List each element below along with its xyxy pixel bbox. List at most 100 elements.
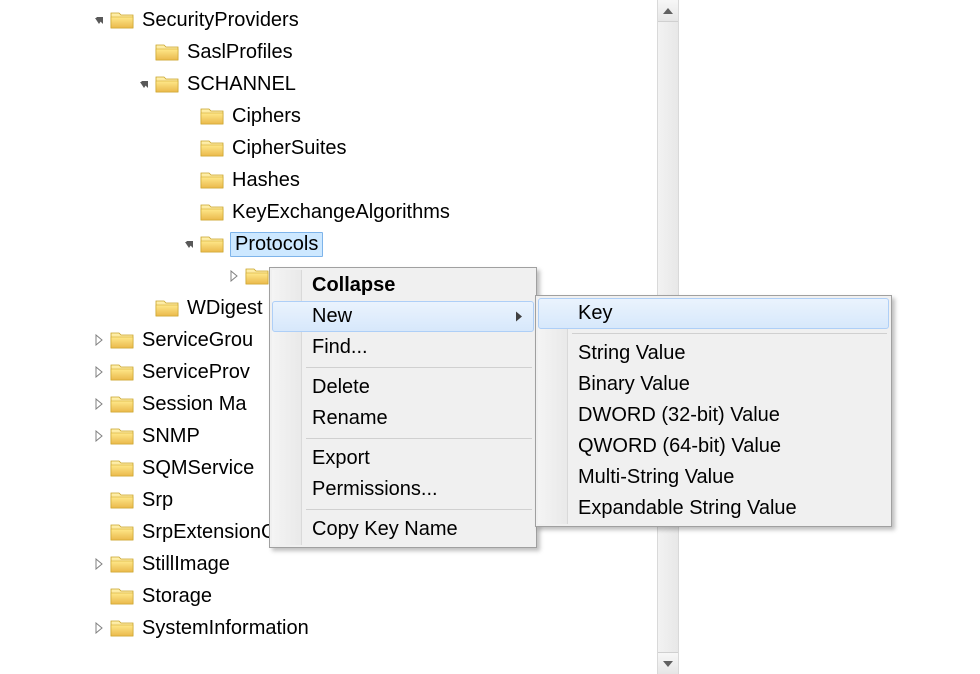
menu-item-label: Key (578, 302, 612, 324)
tree-item[interactable]: StillImage (0, 548, 657, 580)
expander-spacer (180, 139, 198, 157)
tree-item-label: CipherSuites (230, 136, 349, 161)
tree-item[interactable]: KeyExchangeAlgorithms (0, 196, 657, 228)
tree-item[interactable]: SaslProfiles (0, 36, 657, 68)
folder-icon (155, 42, 179, 62)
new-submenu[interactable]: Key String Value Binary Value DWORD (32-bit… (535, 295, 892, 527)
menu-item-label: DWORD (32-bit) Value (578, 404, 780, 426)
tree-item-label: SaslProfiles (185, 40, 295, 65)
folder-icon (155, 298, 179, 318)
folder-icon (155, 74, 179, 94)
tree-item[interactable]: Ciphers (0, 100, 657, 132)
expander-spacer (90, 491, 108, 509)
expander-spacer (180, 171, 198, 189)
menu-item-label: New (312, 305, 352, 327)
tree-item-label: SQMService (140, 456, 256, 481)
tree-item-label: Protocols (230, 232, 323, 257)
menu-item[interactable]: Find... (272, 332, 534, 363)
menu-separator (572, 333, 887, 334)
tree-item-label: WDigest (185, 296, 265, 321)
tree-item[interactable]: SCHANNEL (0, 68, 657, 100)
tree-item-label: SystemInformation (140, 616, 311, 641)
scroll-up-button[interactable] (658, 0, 678, 22)
expand-toggle[interactable] (90, 363, 108, 381)
collapse-toggle[interactable] (135, 75, 153, 93)
folder-icon (110, 458, 134, 478)
menu-item-label: Binary Value (578, 373, 690, 395)
expander-spacer (180, 107, 198, 125)
folder-icon (200, 106, 224, 126)
tree-item-label: KeyExchangeAlgorithms (230, 200, 452, 225)
tree-item-label: SecurityProviders (140, 8, 301, 33)
folder-icon (110, 426, 134, 446)
menu-item-label: QWORD (64-bit) Value (578, 435, 781, 457)
tree-item-label: Ciphers (230, 104, 303, 129)
expand-toggle[interactable] (90, 331, 108, 349)
menu-item[interactable]: Permissions... (272, 474, 534, 505)
menu-item[interactable]: New (272, 301, 534, 332)
collapse-toggle[interactable] (180, 235, 198, 253)
menu-item[interactable]: QWORD (64-bit) Value (538, 431, 889, 462)
expander-spacer (135, 299, 153, 317)
menu-item-label: Rename (312, 407, 388, 429)
chevron-closed-icon (93, 398, 105, 410)
folder-icon (110, 330, 134, 350)
chevron-closed-icon (93, 622, 105, 634)
menu-item[interactable]: Key (538, 298, 889, 329)
tree-item-label: ServiceGrou (140, 328, 255, 353)
menu-item[interactable]: String Value (538, 338, 889, 369)
menu-item[interactable]: Delete (272, 372, 534, 403)
expand-toggle[interactable] (90, 619, 108, 637)
folder-icon (200, 170, 224, 190)
folder-icon (110, 522, 134, 542)
menu-item-label: String Value (578, 342, 685, 364)
folder-icon (110, 618, 134, 638)
tree-item[interactable]: SecurityProviders (0, 4, 657, 36)
expander-spacer (90, 587, 108, 605)
collapse-toggle[interactable] (90, 11, 108, 29)
folder-icon (245, 266, 269, 286)
menu-item[interactable]: Collapse (272, 270, 534, 301)
menu-item[interactable]: DWORD (32-bit) Value (538, 400, 889, 431)
folder-icon (110, 394, 134, 414)
menu-item[interactable]: Rename (272, 403, 534, 434)
folder-icon (110, 586, 134, 606)
context-menu[interactable]: Collapse New Find... Delete Rename Export Perm… (269, 267, 537, 548)
tree-item[interactable]: Protocols (0, 228, 657, 260)
chevron-open-icon (138, 78, 150, 90)
menu-item[interactable]: Copy Key Name (272, 514, 534, 545)
expander-spacer (180, 203, 198, 221)
menu-item[interactable]: Export (272, 443, 534, 474)
menu-item[interactable]: Multi-String Value (538, 462, 889, 493)
tree-item-label: SCHANNEL (185, 72, 298, 97)
tree-item-label: Hashes (230, 168, 302, 193)
menu-item-label: Expandable String Value (578, 497, 797, 519)
menu-separator (306, 509, 532, 510)
menu-separator (306, 438, 532, 439)
chevron-closed-icon (93, 558, 105, 570)
expander-spacer (90, 523, 108, 541)
chevron-up-icon (663, 8, 673, 14)
menu-item[interactable]: Expandable String Value (538, 493, 889, 524)
expand-toggle[interactable] (90, 555, 108, 573)
tree-item[interactable]: Hashes (0, 164, 657, 196)
menu-item[interactable]: Binary Value (538, 369, 889, 400)
tree-item-label: StillImage (140, 552, 232, 577)
expander-spacer (90, 459, 108, 477)
menu-item-label: Delete (312, 376, 370, 398)
expand-toggle[interactable] (225, 267, 243, 285)
menu-item-label: Export (312, 447, 370, 469)
expand-toggle[interactable] (90, 427, 108, 445)
expand-toggle[interactable] (90, 395, 108, 413)
chevron-open-icon (183, 238, 195, 250)
chevron-closed-icon (93, 366, 105, 378)
tree-item[interactable]: CipherSuites (0, 132, 657, 164)
folder-icon (200, 234, 224, 254)
tree-item-label: SNMP (140, 424, 202, 449)
scroll-down-button[interactable] (658, 652, 678, 674)
tree-item[interactable]: Storage (0, 580, 657, 612)
submenu-arrow-icon (515, 305, 523, 328)
tree-item[interactable]: SystemInformation (0, 612, 657, 644)
menu-item-label: Find... (312, 336, 368, 358)
chevron-open-icon (93, 14, 105, 26)
